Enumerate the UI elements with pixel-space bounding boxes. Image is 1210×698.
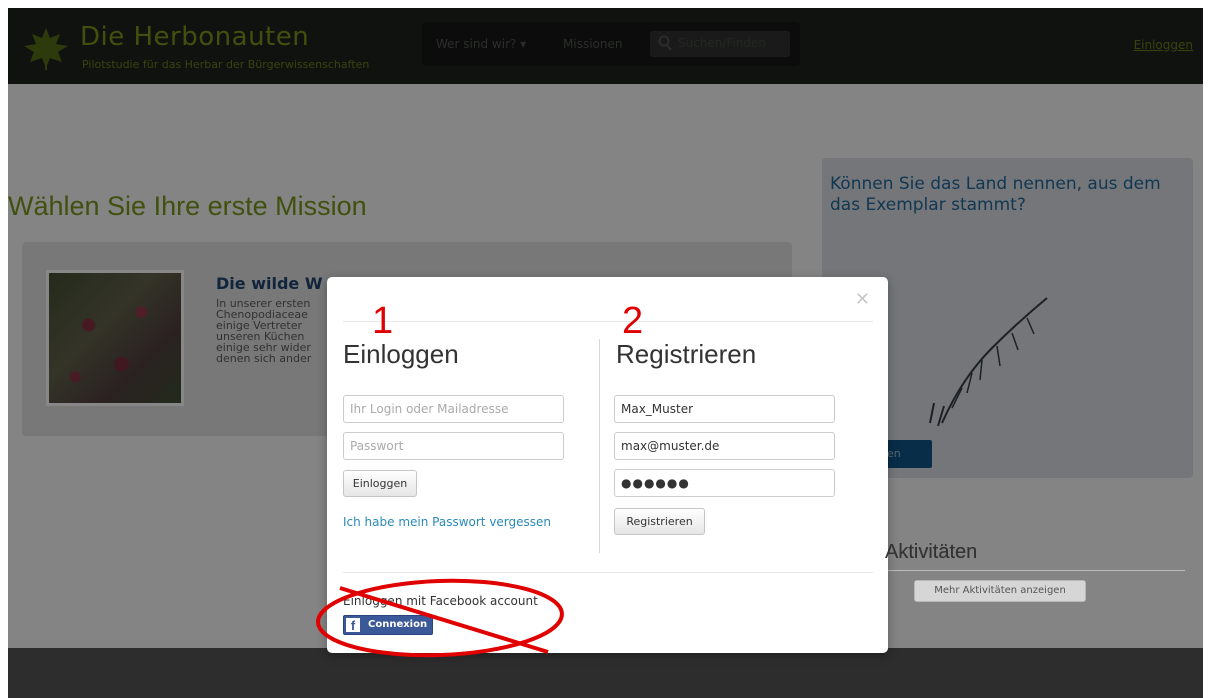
facebook-icon: f bbox=[346, 618, 360, 633]
activities-divider bbox=[885, 570, 1185, 571]
register-password-field[interactable]: ●●●●●● bbox=[614, 469, 835, 497]
annotation-number-1: 1 bbox=[372, 300, 394, 342]
register-button[interactable]: Registrieren bbox=[614, 508, 705, 535]
modal-header-divider bbox=[343, 321, 873, 322]
more-activities-button[interactable]: Mehr Aktivitäten anzeigen bbox=[914, 580, 1086, 602]
forgot-password-link[interactable]: Ich habe mein Passwort vergessen bbox=[343, 515, 551, 529]
login-button[interactable]: Einloggen bbox=[343, 470, 417, 497]
column-divider bbox=[599, 339, 600, 553]
register-title: Registrieren bbox=[616, 339, 757, 369]
password-field[interactable]: Passwort bbox=[343, 432, 564, 460]
login-field[interactable]: Ihr Login oder Mailadresse bbox=[343, 395, 564, 423]
username-field[interactable]: Max_Muster bbox=[614, 395, 835, 423]
annotation-number-2: 2 bbox=[622, 300, 644, 342]
modal-footer-divider bbox=[343, 572, 873, 573]
facebook-login-label: Einloggen mit Facebook account bbox=[343, 594, 538, 608]
email-field[interactable]: max@muster.de bbox=[614, 432, 835, 460]
facebook-connect-button[interactable]: f Connexion bbox=[343, 615, 433, 635]
activities-title: Aktivitäten bbox=[885, 541, 978, 563]
facebook-button-label: Connexion bbox=[368, 619, 428, 630]
login-title: Einloggen bbox=[343, 339, 459, 369]
close-icon[interactable]: ✕ bbox=[855, 289, 870, 310]
login-register-modal: ✕ 1 2 Einloggen Registrieren Ihr Login o… bbox=[327, 277, 888, 653]
